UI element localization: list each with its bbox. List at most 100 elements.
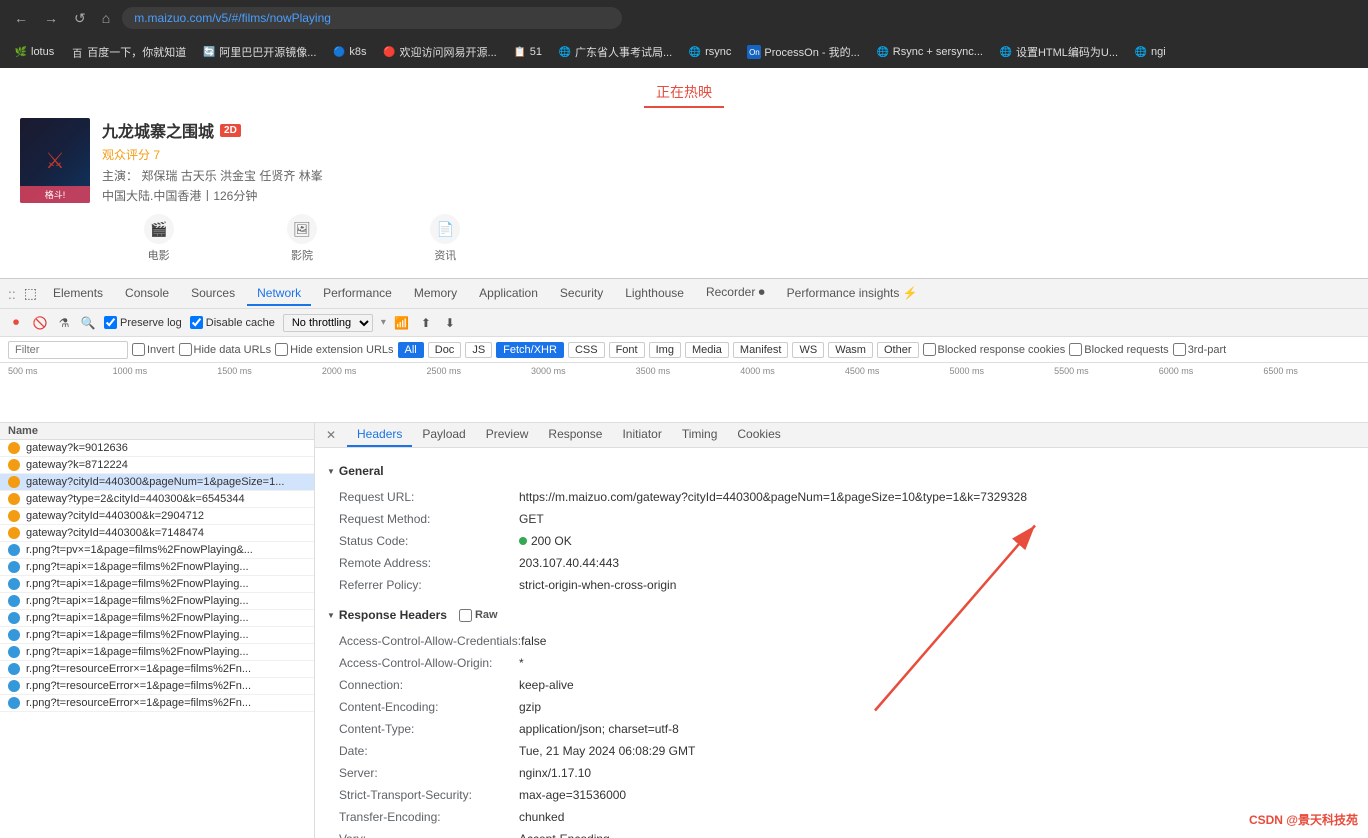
tab-memory[interactable]: Memory <box>404 282 467 306</box>
devtools-inspect-icon[interactable]: ⬚ <box>24 285 37 302</box>
movie-action-cinema[interactable]: 🖼 影院 <box>287 214 317 263</box>
tab-network[interactable]: Network <box>247 282 311 306</box>
filter-other[interactable]: Other <box>877 342 919 358</box>
bookmark-html[interactable]: 🌐 设置HTML编码为U... <box>993 41 1124 63</box>
bookmark-alibaba[interactable]: 🔄 阿里巴巴开源镜像... <box>196 41 322 63</box>
bookmark-51[interactable]: 📋 51 <box>507 42 548 62</box>
request-item-1[interactable]: gateway?k=9012636 <box>0 440 314 457</box>
blocked-requests-input[interactable] <box>1069 343 1082 356</box>
details-tab-initiator[interactable]: Initiator <box>612 423 671 447</box>
hide-ext-urls-input[interactable] <box>275 343 288 356</box>
request-item-9[interactable]: r.png?t=api×=1&page=films%2FnowPlaying..… <box>0 576 314 593</box>
filter-ws[interactable]: WS <box>792 342 824 358</box>
preserve-log-input[interactable] <box>104 316 117 329</box>
filter-css[interactable]: CSS <box>568 342 605 358</box>
bookmark-netease[interactable]: 🔴 欢迎访问网易开源... <box>377 41 503 63</box>
request-item-11[interactable]: r.png?t=api×=1&page=films%2FnowPlaying..… <box>0 610 314 627</box>
request-item-2[interactable]: gateway?k=8712224 <box>0 457 314 474</box>
filter-manifest[interactable]: Manifest <box>733 342 789 358</box>
close-details-button[interactable]: ✕ <box>323 427 339 443</box>
bookmark-lotus[interactable]: 🌿 lotus <box>8 42 60 62</box>
tab-performance[interactable]: Performance <box>313 282 402 306</box>
filter-doc[interactable]: Doc <box>428 342 462 358</box>
third-party-checkbox[interactable]: 3rd-part <box>1173 343 1227 356</box>
tab-sources[interactable]: Sources <box>181 282 245 306</box>
filter-fetch-xhr[interactable]: Fetch/XHR <box>496 342 564 358</box>
clear-button[interactable]: 🚫 <box>32 315 48 331</box>
hide-data-urls-input[interactable] <box>179 343 192 356</box>
hide-ext-urls-checkbox[interactable]: Hide extension URLs <box>275 343 393 356</box>
details-tab-timing[interactable]: Timing <box>672 423 728 447</box>
tab-recorder[interactable]: Recorder ⏺ <box>696 281 775 306</box>
request-item-15[interactable]: r.png?t=resourceError×=1&page=films%2Fn.… <box>0 678 314 695</box>
tab-security[interactable]: Security <box>550 282 613 306</box>
forward-button[interactable]: → <box>40 8 62 28</box>
blocked-cookies-checkbox[interactable]: Blocked response cookies <box>923 343 1066 356</box>
hide-data-urls-checkbox[interactable]: Hide data URLs <box>179 343 272 356</box>
blocked-cookies-input[interactable] <box>923 343 936 356</box>
home-button[interactable]: ⌂ <box>98 8 114 28</box>
movie-action-film[interactable]: 🎬 电影 <box>144 214 174 263</box>
request-item-7[interactable]: r.png?t=pv×=1&page=films%2FnowPlaying&..… <box>0 542 314 559</box>
details-tab-preview[interactable]: Preview <box>476 423 539 447</box>
bookmark-nginx[interactable]: 🌐 ngi <box>1128 42 1172 62</box>
filter-img[interactable]: Img <box>649 342 681 358</box>
disable-cache-input[interactable] <box>190 316 203 329</box>
tab-performance-insights[interactable]: Performance insights ⚡ <box>777 282 928 306</box>
back-button[interactable]: ← <box>10 8 32 28</box>
tab-lighthouse[interactable]: Lighthouse <box>615 282 694 306</box>
bookmark-k8s[interactable]: 🔵 k8s <box>326 42 372 62</box>
status-dot <box>519 537 527 545</box>
movie-action-news[interactable]: 📄 资讯 <box>430 214 460 263</box>
response-section-header[interactable]: ▼ Response Headers Raw <box>327 604 1356 626</box>
bookmark-gd[interactable]: 🌐 广东省人事考试局... <box>552 41 678 63</box>
reload-button[interactable]: ↺ <box>70 8 90 29</box>
throttle-select[interactable]: No throttling <box>283 314 373 332</box>
bookmark-rsync2[interactable]: 🌐 Rsync + sersync... <box>870 42 989 62</box>
tab-application[interactable]: Application <box>469 282 548 306</box>
request-item-8[interactable]: r.png?t=api×=1&page=films%2FnowPlaying..… <box>0 559 314 576</box>
details-tab-cookies[interactable]: Cookies <box>727 423 790 447</box>
invert-input[interactable] <box>132 343 145 356</box>
details-tab-response[interactable]: Response <box>538 423 612 447</box>
request-item-14[interactable]: r.png?t=resourceError×=1&page=films%2Fn.… <box>0 661 314 678</box>
bookmark-processon[interactable]: On ProcessOn - 我的... <box>741 41 865 63</box>
record-button[interactable]: ⏺ <box>8 315 24 331</box>
filter-media[interactable]: Media <box>685 342 729 358</box>
filter-input[interactable] <box>8 341 128 359</box>
details-tab-payload[interactable]: Payload <box>412 423 475 447</box>
raw-input[interactable] <box>459 609 472 622</box>
filter-js[interactable]: JS <box>465 342 492 358</box>
general-section-header[interactable]: ▼ General <box>327 460 1356 482</box>
movie-actions: 🎬 电影 🖼 影院 📄 资讯 <box>102 214 502 263</box>
request-item-5[interactable]: gateway?cityId=440300&k=2904712 <box>0 508 314 525</box>
filter-all[interactable]: All <box>398 342 424 358</box>
third-party-input[interactable] <box>1173 343 1186 356</box>
request-item-16[interactable]: r.png?t=resourceError×=1&page=films%2Fn.… <box>0 695 314 712</box>
request-item-10[interactable]: r.png?t=api×=1&page=films%2FnowPlaying..… <box>0 593 314 610</box>
upload-icon[interactable]: ⬆ <box>418 315 434 331</box>
download-icon[interactable]: ⬇ <box>442 315 458 331</box>
tab-console[interactable]: Console <box>115 282 179 306</box>
address-bar[interactable]: m.maizuo.com/v5/#/films/nowPlaying <box>122 7 622 29</box>
request-item-4[interactable]: gateway?type=2&cityId=440300&k=6545344 <box>0 491 314 508</box>
bookmark-rsync[interactable]: 🌐 rsync <box>682 42 737 62</box>
request-item-3[interactable]: gateway?cityId=440300&pageNum=1&pageSize… <box>0 474 314 491</box>
tab-elements[interactable]: Elements <box>43 282 113 306</box>
invert-checkbox[interactable]: Invert <box>132 343 175 356</box>
filter-font[interactable]: Font <box>609 342 645 358</box>
wifi-icon[interactable]: 📶 <box>394 315 410 331</box>
filter-wasm[interactable]: Wasm <box>828 342 873 358</box>
request-item-13[interactable]: r.png?t=api×=1&page=films%2FnowPlaying..… <box>0 644 314 661</box>
search-button[interactable]: 🔍 <box>80 315 96 331</box>
details-tab-headers[interactable]: Headers <box>347 423 412 447</box>
blocked-requests-checkbox[interactable]: Blocked requests <box>1069 343 1168 356</box>
preserve-log-checkbox[interactable]: Preserve log <box>104 316 182 329</box>
raw-checkbox[interactable]: Raw <box>459 609 498 622</box>
request-item-6[interactable]: gateway?cityId=440300&k=7148474 <box>0 525 314 542</box>
filter-icon[interactable]: ⚗ <box>56 315 72 331</box>
nav-now-playing[interactable]: 正在热映 <box>644 78 724 108</box>
request-item-12[interactable]: r.png?t=api×=1&page=films%2FnowPlaying..… <box>0 627 314 644</box>
disable-cache-checkbox[interactable]: Disable cache <box>190 316 275 329</box>
bookmark-baidu[interactable]: 百 百度一下，你就知道 <box>64 41 192 63</box>
